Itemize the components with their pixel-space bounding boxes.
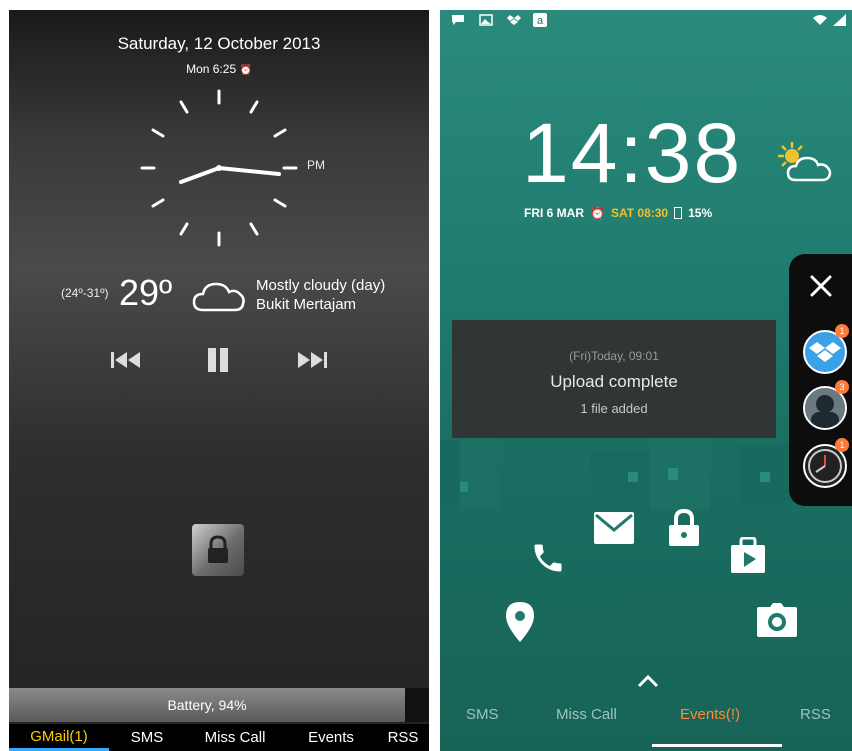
tab-miss-call[interactable]: Miss Call [556,706,617,723]
previous-icon [111,352,140,368]
battery-bar: Battery, 94% [9,688,405,722]
lock-shortcut[interactable] [664,506,704,550]
weather-description: Mostly cloudy (day) Bukit Mertajam [256,276,385,314]
tab-events[interactable]: Events [285,724,377,751]
camera-icon [757,603,797,637]
phone-shortcut[interactable] [528,538,568,578]
alarm-time: Mon 6:25 ⏰ [186,62,252,76]
play-store-shortcut[interactable] [726,536,770,576]
signal-icon [832,13,848,27]
mail-shortcut[interactable] [592,508,636,548]
alarm-text: SAT 08:30 [610,206,669,220]
dropbox-icon [506,13,522,27]
notification-timestamp: (Fri)Today, 09:01 [569,349,659,363]
clock-period: PM [307,158,325,172]
pause-button[interactable] [201,346,235,374]
tab-sms[interactable]: SMS [466,706,499,723]
battery-icon [674,207,683,219]
cloud-icon [192,282,245,312]
lockscreen-date: Saturday, 12 October 2013 [117,34,321,53]
status-line: FRI 6 MAR ⏰ SAT 08:30 15% [524,206,712,220]
close-icon[interactable] [809,274,833,298]
partly-cloudy-icon [778,142,832,182]
notification-title: Upload complete [550,372,678,391]
analog-clock [140,89,298,247]
svg-text:a: a [537,15,544,27]
weather-location: Bukit Mertajam [256,296,357,313]
phone-icon [534,544,562,572]
battery-text: 15% [688,206,713,220]
alarm-clock-icon: ⏰ [239,65,252,76]
unlock-button[interactable] [192,524,244,576]
tab-sms[interactable]: SMS [109,724,185,751]
next-track-button[interactable] [295,346,329,374]
next-icon [298,352,327,368]
notification-detail: 1 file added [580,401,648,416]
location-icon [506,602,534,642]
play-store-icon [731,537,765,573]
digital-clock: 14:38 [522,106,743,200]
location-shortcut[interactable] [500,600,540,644]
left-lockscreen: Saturday, 12 October 2013 Mon 6:25 ⏰ PM … [9,10,429,751]
notification-side-panel: 1 3 1 [789,254,852,506]
current-temperature: 29º [119,272,173,313]
notification-badge: 1 [835,324,849,338]
previous-track-button[interactable] [109,346,143,374]
battery-bar-empty [405,688,429,722]
amazon-icon: a [532,13,548,27]
pause-icon [208,348,228,372]
weather-condition: Mostly cloudy (day) [256,277,386,294]
tab-gmail[interactable]: GMail(1) [9,724,109,751]
lock-icon [669,508,699,546]
chevron-up-icon[interactable] [637,674,659,688]
notification-badge: 1 [835,438,849,452]
tab-miss-call[interactable]: Miss Call [185,724,285,751]
person-photo [805,388,845,428]
temperature-range: (24º-31º) [61,286,109,300]
right-lockscreen: a 14:38 FRI 6 MAR ⏰ SAT 08:30 15% (Fri)T… [440,10,852,751]
dropbox-icon [809,342,841,362]
chat-icon [450,13,466,27]
alarm-clock-icon: ⏰ [590,206,605,220]
tab-events[interactable]: Events(!) [680,706,740,723]
clock-icon [808,449,842,483]
mail-icon [594,512,634,544]
notification-card[interactable]: (Fri)Today, 09:01 Upload complete 1 file… [452,320,776,438]
status-bar: a [440,10,852,32]
left-tab-bar: GMail(1) SMS Miss Call Events RSS [9,724,429,751]
notification-badge: 3 [835,380,849,394]
padlock-icon [208,535,228,563]
image-icon [478,13,494,27]
camera-shortcut[interactable] [755,600,799,640]
wifi-icon [812,13,828,27]
date-text: FRI 6 MAR [524,206,584,220]
tab-rss[interactable]: RSS [377,724,429,751]
right-tab-bar: SMS Miss Call Events(!) RSS [440,700,852,730]
tab-rss[interactable]: RSS [800,706,831,723]
active-tab-underline [652,744,782,747]
